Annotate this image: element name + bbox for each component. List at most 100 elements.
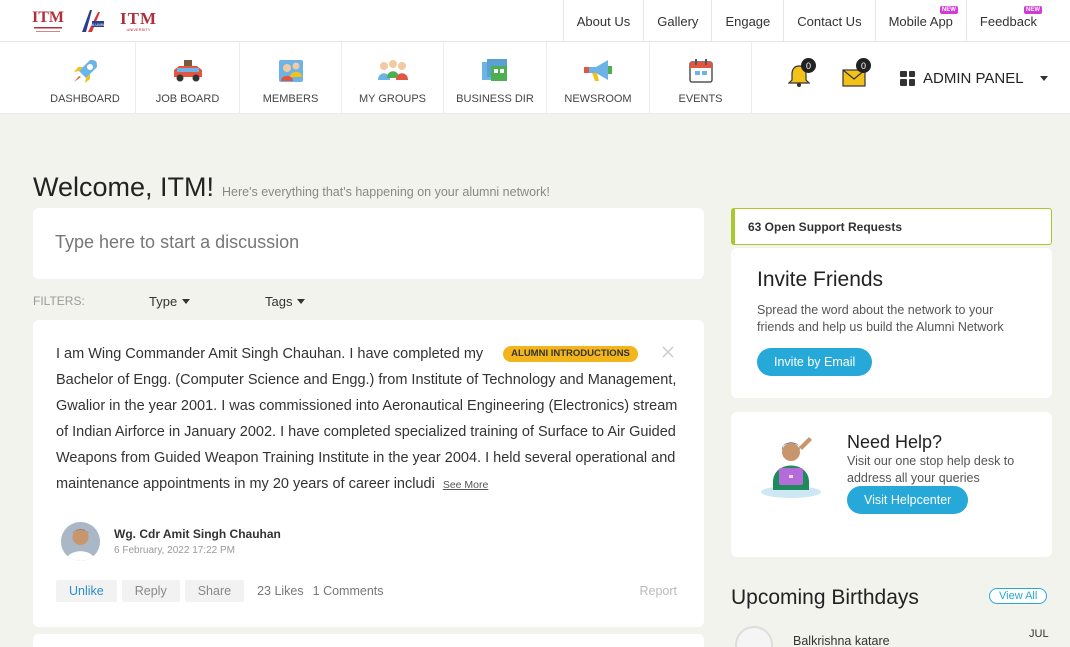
- new-badge: NEW: [1024, 6, 1042, 14]
- post-author: Wg. Cdr Amit Singh Chauhan 6 February, 2…: [61, 522, 281, 561]
- avatar[interactable]: [735, 626, 773, 647]
- svg-text:ALUMNI: ALUMNI: [90, 22, 105, 27]
- topnav-label: Mobile App: [888, 13, 953, 29]
- rocket-icon: [68, 57, 102, 85]
- notification-count: 0: [801, 58, 816, 73]
- topnav-contact-us[interactable]: Contact Us: [783, 0, 874, 42]
- logo-group[interactable]: ITM ALUMNI ITM UNIVERSITY: [32, 6, 157, 36]
- nav-label: BUSINESS DIR: [456, 93, 534, 105]
- discussion-input[interactable]: Type here to start a discussion: [33, 208, 704, 279]
- admin-panel-menu[interactable]: ADMIN PANEL: [900, 68, 1048, 88]
- tags-filter[interactable]: Tags: [265, 294, 306, 309]
- invite-friends-card: Invite Friends Spread the word about the…: [731, 248, 1052, 398]
- itm-university-logo[interactable]: ITM UNIVERSITY: [120, 6, 157, 36]
- nav-label: DASHBOARD: [50, 93, 120, 105]
- discussion-placeholder: Type here to start a discussion: [55, 232, 300, 252]
- topnav-about-us[interactable]: About Us: [562, 0, 643, 42]
- topnav-engage[interactable]: Engage: [711, 0, 783, 42]
- comments-count[interactable]: 1 Comments: [313, 584, 384, 598]
- support-requests-label: 63 Open Support Requests: [748, 220, 903, 234]
- business-icon: [478, 57, 512, 85]
- help-text: Visit our one stop help desk to address …: [847, 454, 1015, 485]
- admin-panel-label: ADMIN PANEL: [923, 69, 1024, 87]
- message-count: 0: [856, 58, 871, 73]
- nav-label: EVENTS: [678, 93, 723, 105]
- topnav-feedback[interactable]: Feedback NEW: [965, 0, 1050, 42]
- filters-label: FILTERS:: [33, 294, 85, 308]
- itm-university-wordmark: ITM: [120, 8, 157, 28]
- feed-post: I am Wing Commander Amit Singh Chauhan. …: [33, 320, 704, 627]
- helpdesk-illustration-icon: [759, 432, 823, 498]
- nav-label: NEWSROOM: [564, 93, 632, 105]
- filters-bar: FILTERS: Type Tags: [33, 294, 704, 310]
- nav-newsroom[interactable]: NEWSROOM: [547, 42, 649, 114]
- reply-button[interactable]: Reply: [121, 580, 180, 602]
- type-filter[interactable]: Type: [149, 294, 191, 309]
- author-info: Wg. Cdr Amit Singh Chauhan 6 February, 2…: [114, 527, 281, 556]
- itm-logo[interactable]: ITM: [32, 6, 64, 36]
- post-body: I am Wing Commander Amit Singh Chauhan. …: [56, 341, 686, 498]
- nav-label: MY GROUPS: [358, 93, 427, 105]
- nav-label: JOB BOARD: [155, 93, 220, 105]
- grid-icon: [900, 70, 915, 86]
- nav-business-dir[interactable]: BUSINESS DIR: [444, 42, 546, 114]
- likes-count[interactable]: 23 Likes: [257, 584, 304, 598]
- post-date: 6 February, 2022 17:22 PM: [114, 545, 235, 556]
- post-actions: Unlike Reply Share 23 Likes 1 Comments: [56, 580, 384, 602]
- topnav-label: About Us: [576, 13, 631, 29]
- topnav-gallery[interactable]: Gallery: [643, 0, 711, 42]
- topnav-label: Engage: [725, 13, 771, 29]
- feed-post: [33, 634, 704, 647]
- invite-title: Invite Friends: [757, 268, 884, 291]
- invite-text: Spread the word about the network to you…: [757, 303, 1004, 334]
- chevron-down-icon: [182, 299, 191, 304]
- page-title: Welcome, ITM!: [33, 172, 215, 202]
- megaphone-icon: [581, 57, 615, 85]
- top-nav: About Us Gallery Engage Contact Us Mobil…: [562, 0, 1050, 42]
- new-badge: NEW: [939, 6, 958, 14]
- birthdays-title: Upcoming Birthdays: [731, 586, 919, 609]
- car-icon: [171, 57, 205, 85]
- visit-helpcenter-button[interactable]: Visit Helpcenter: [847, 486, 969, 514]
- alumni-logo[interactable]: ALUMNI: [78, 6, 106, 36]
- invite-by-email-button[interactable]: Invite by Email: [757, 348, 873, 376]
- report-link[interactable]: Report: [639, 584, 677, 598]
- birthday-month: JUL: [1029, 628, 1049, 640]
- welcome-header: Welcome, ITM! Here's everything that's h…: [33, 172, 550, 203]
- chevron-down-icon: [1039, 75, 1048, 81]
- help-title: Need Help?: [847, 432, 943, 452]
- members-icon: [274, 57, 308, 85]
- type-filter-label: Type: [149, 294, 178, 309]
- author-name[interactable]: Wg. Cdr Amit Singh Chauhan: [114, 527, 281, 541]
- nav-dashboard[interactable]: DASHBOARD: [35, 42, 135, 114]
- birthday-name[interactable]: Balkrishna katare: [793, 634, 890, 647]
- post-text-first: I am Wing Commander Amit Singh Chauhan. …: [56, 346, 484, 362]
- close-icon[interactable]: [661, 345, 675, 359]
- avatar[interactable]: [61, 522, 100, 561]
- topnav-label: Contact Us: [797, 13, 862, 29]
- post-text-continued: Bachelor of Engg. (Computer Science and …: [56, 372, 678, 492]
- support-requests-banner[interactable]: 63 Open Support Requests: [731, 208, 1052, 245]
- topnav-mobile-app[interactable]: Mobile App NEW: [874, 0, 966, 42]
- nav-events[interactable]: EVENTS: [650, 42, 751, 114]
- post-tag[interactable]: ALUMNI INTRODUCTIONS: [503, 346, 638, 362]
- nav-divider: [751, 42, 752, 114]
- see-more-link[interactable]: See More: [443, 479, 489, 491]
- messages-button[interactable]: 0: [841, 58, 871, 88]
- notifications-button[interactable]: 0: [786, 58, 816, 88]
- nav-job-board[interactable]: JOB BOARD: [136, 42, 239, 114]
- groups-icon: [376, 57, 410, 85]
- itm-university-sub: UNIVERSITY: [126, 26, 151, 32]
- nav-my-groups[interactable]: MY GROUPS: [342, 42, 443, 114]
- need-help-card: Need Help? Visit our one stop help desk …: [731, 412, 1052, 557]
- topnav-label: Gallery: [657, 13, 699, 29]
- top-bar: ITM ALUMNI ITM UNIVERSITY About Us Galle…: [0, 0, 1070, 42]
- page-subtitle: Here's everything that's happening on yo…: [222, 185, 550, 199]
- nav-members[interactable]: MEMBERS: [240, 42, 341, 114]
- view-all-button[interactable]: View All: [989, 588, 1048, 604]
- share-button[interactable]: Share: [184, 580, 245, 602]
- unlike-button[interactable]: Unlike: [56, 580, 117, 602]
- topnav-label: Feedback: [979, 13, 1037, 29]
- nav-label: MEMBERS: [262, 93, 319, 105]
- tags-filter-label: Tags: [265, 294, 293, 309]
